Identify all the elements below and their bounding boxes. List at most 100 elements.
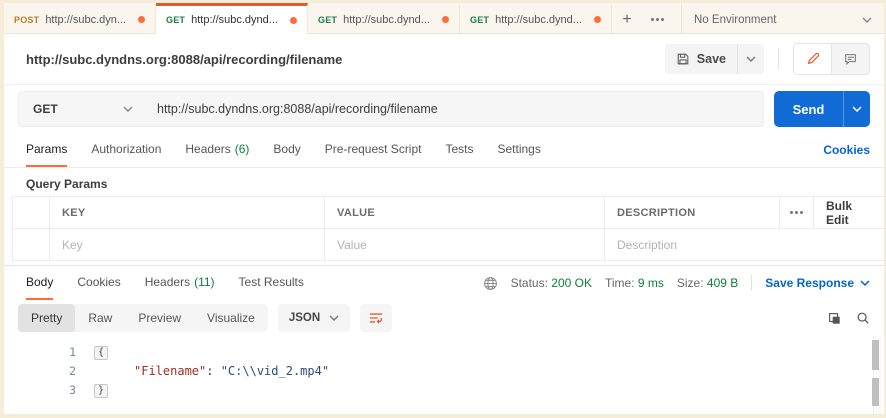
value-input[interactable]: Value — [325, 229, 605, 261]
view-raw[interactable]: Raw — [75, 304, 125, 332]
chevron-down-icon — [329, 315, 339, 321]
send-options-button[interactable] — [843, 91, 870, 127]
method-value: GET — [33, 102, 58, 116]
fold-toggle[interactable]: } — [94, 383, 109, 398]
unsaved-dot-icon — [442, 16, 449, 23]
url-builder: GET http://subc.dyndns.org:8088/api/reco… — [18, 91, 764, 127]
row-select-cell — [13, 229, 50, 261]
view-preview[interactable]: Preview — [125, 304, 194, 332]
tab-url: http://subc.dynd... — [495, 13, 582, 26]
description-column-header: DESCRIPTION — [605, 197, 780, 229]
scrollbar-track[interactable] — [872, 336, 882, 414]
url-input[interactable]: http://subc.dyndns.org:8088/api/recordin… — [147, 102, 763, 116]
vertical-divider — [778, 48, 779, 70]
description-input[interactable]: Description — [605, 229, 884, 261]
response-tools — [827, 311, 870, 325]
more-icon — [790, 211, 803, 214]
response-tab-test-results[interactable]: Test Results — [239, 266, 304, 300]
table-header-row: KEY VALUE DESCRIPTION Bulk Edit — [13, 197, 884, 229]
query-params-title: Query Params — [26, 177, 108, 191]
comments-button[interactable] — [832, 44, 869, 74]
cookies-link[interactable]: Cookies — [823, 133, 870, 167]
view-pretty[interactable]: Pretty — [18, 304, 76, 332]
search-icon — [857, 312, 869, 324]
method-badge: GET — [318, 14, 338, 25]
method-selector[interactable]: GET — [19, 102, 147, 116]
more-icon — [650, 18, 664, 21]
bulk-edit-button[interactable]: Bulk Edit — [814, 197, 884, 229]
tab-authorization[interactable]: Authorization — [91, 133, 161, 167]
chevron-down-icon — [852, 106, 862, 112]
send-label: Send — [792, 101, 825, 117]
status-badge: Status: 200 OK — [510, 276, 592, 290]
line-number: 1 — [69, 344, 76, 359]
tab-tests[interactable]: Tests — [445, 133, 473, 167]
key-input[interactable]: Key — [50, 229, 325, 261]
tab-params[interactable]: Params — [26, 133, 68, 167]
globe-icon — [483, 276, 497, 290]
save-options-button[interactable] — [737, 44, 764, 74]
send-button[interactable]: Send — [774, 91, 870, 127]
tab-pre-request-script[interactable]: Pre-request Script — [325, 133, 422, 167]
request-tab-2-active[interactable]: GET http://subc.dynd... — [156, 3, 308, 34]
code-line: 1 { — [4, 342, 884, 361]
vertical-divider — [751, 275, 753, 291]
view-mode-switcher: Pretty Raw Preview Visualize — [18, 304, 268, 332]
scrollbar-thumb[interactable] — [872, 378, 879, 406]
request-tab-1[interactable]: POST http://subc.dyn... — [4, 3, 156, 33]
json-key: "Filename" — [134, 363, 207, 378]
copy-icon — [829, 313, 840, 324]
response-tab-cookies[interactable]: Cookies — [77, 266, 120, 300]
column-options-button[interactable] — [780, 197, 814, 229]
tab-settings[interactable]: Settings — [498, 133, 541, 167]
request-tab-3[interactable]: GET http://subc.dynd... — [308, 3, 460, 33]
save-response-button[interactable]: Save Response — [765, 276, 870, 290]
response-meta: Status: 200 OK Time: 9 ms Size: 409 B Sa… — [483, 266, 870, 300]
response-headers-count: (11) — [194, 275, 215, 289]
tab-options-button[interactable] — [642, 3, 672, 33]
edit-comment-group — [793, 43, 870, 75]
fold-toggle[interactable]: { — [94, 345, 109, 360]
save-button[interactable]: Save — [664, 44, 764, 74]
select-column-header — [13, 197, 50, 229]
chevron-down-icon — [862, 17, 872, 23]
json-value: "C:\\vid_2.mp4" — [220, 363, 330, 378]
scrollbar-thumb[interactable] — [872, 340, 879, 370]
headers-count: (6) — [234, 142, 250, 156]
value-column-header: VALUE — [325, 197, 605, 229]
response-tab-body[interactable]: Body — [26, 266, 54, 300]
response-tab-headers[interactable]: Headers (11) — [145, 266, 215, 300]
time-badge: Time: 9 ms — [604, 276, 664, 290]
plus-icon: + — [622, 10, 632, 28]
code-line: 2 "Filename": "C:\\vid_2.mp4" — [4, 361, 884, 380]
search-button[interactable] — [856, 311, 870, 325]
unsaved-dot-icon — [138, 16, 145, 23]
request-section-tabs: Params Authorization Headers (6) Body Pre… — [4, 133, 884, 168]
request-name: http://subc.dyndns.org:8088/api/recordin… — [26, 51, 343, 67]
response-view-toolbar: Pretty Raw Preview Visualize JSON — [4, 300, 884, 336]
format-selector[interactable]: JSON — [277, 304, 351, 332]
edit-request-button[interactable] — [794, 44, 832, 74]
wrap-lines-button[interactable] — [360, 304, 393, 332]
wrap-lines-icon — [370, 313, 383, 324]
query-params-table: KEY VALUE DESCRIPTION Bulk Edit Key Valu… — [12, 196, 884, 261]
request-tab-bar: POST http://subc.dyn... GET http://subc.… — [4, 3, 884, 34]
response-body-viewer: 1 { 2 "Filename": "C:\\vid_2.mp4" 3 } — [4, 336, 884, 414]
request-tab-4[interactable]: GET http://subc.dynd... — [460, 3, 612, 33]
response-section-header: Body Cookies Headers (11) Test Results St… — [4, 266, 884, 300]
pencil-icon — [807, 52, 819, 65]
tab-headers[interactable]: Headers (6) — [185, 133, 249, 167]
environment-selector[interactable]: No Environment — [681, 3, 884, 33]
copy-button[interactable] — [827, 311, 841, 325]
new-tab-button[interactable]: + — [612, 3, 642, 33]
method-badge: GET — [166, 15, 186, 25]
tab-body[interactable]: Body — [273, 133, 300, 167]
open-request-tabs: POST http://subc.dyn... GET http://subc.… — [4, 3, 681, 34]
view-visualize[interactable]: Visualize — [194, 304, 268, 332]
size-badge: Size: 409 B — [676, 276, 739, 290]
key-column-header: KEY — [50, 197, 325, 229]
chevron-down-icon — [860, 280, 870, 286]
method-badge: POST — [14, 14, 40, 25]
save-label: Save — [696, 52, 726, 66]
line-number: 2 — [69, 363, 76, 378]
